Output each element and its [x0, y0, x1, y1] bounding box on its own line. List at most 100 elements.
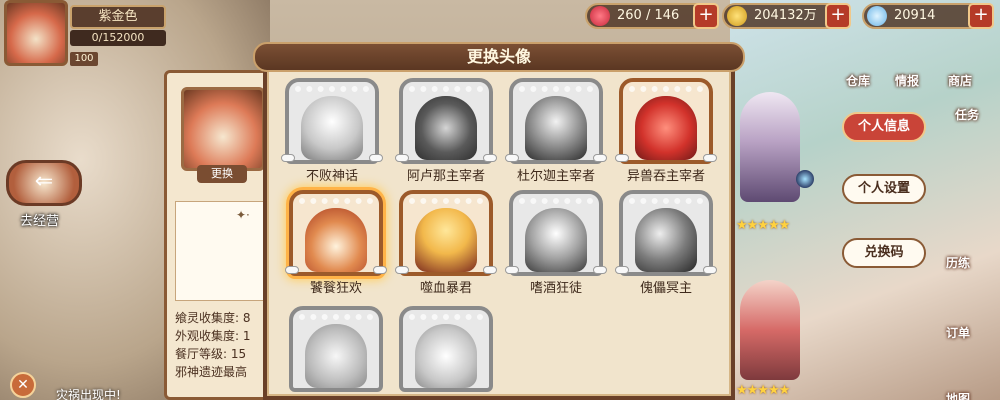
- nav-map[interactable]: 地图: [946, 390, 970, 400]
- back-label: 去经营: [20, 214, 60, 229]
- heart-icon: [590, 6, 610, 26]
- avatar-frame: [399, 306, 493, 392]
- resource-crystal: 20914 +: [862, 3, 994, 29]
- close-icon[interactable]: ✕: [10, 372, 36, 398]
- avatar-portrait: [635, 96, 697, 160]
- avatar-option[interactable]: 傀儡冥主: [615, 190, 717, 300]
- avatar-portrait: [415, 96, 477, 160]
- bone-icon: [395, 154, 409, 162]
- orb-icon: [796, 170, 814, 188]
- back-arrow-button[interactable]: ⇐: [6, 160, 82, 206]
- avatar-option[interactable]: 异兽吞主宰者: [615, 78, 717, 188]
- avatar-portrait: [635, 208, 697, 272]
- avatar-option[interactable]: [289, 306, 383, 400]
- nav-task[interactable]: 任务: [955, 106, 979, 123]
- player-title: 紫金色: [70, 5, 166, 29]
- profile-stats: 飨灵收集度: 8 外观收集度: 1 餐厅等级: 15 邪神遗迹最高: [175, 309, 251, 381]
- bone-icon: [505, 154, 519, 162]
- tab-redeem-code[interactable]: 兑换码: [842, 238, 926, 268]
- player-avatar[interactable]: [4, 0, 68, 66]
- avatar-portrait: [415, 208, 477, 272]
- bone-icon: [281, 154, 295, 162]
- tab-personal-info[interactable]: 个人信息: [842, 112, 926, 142]
- bone-icon: [593, 266, 607, 274]
- avatar-option[interactable]: [399, 306, 493, 400]
- avatar-label: 傀儡冥主: [639, 281, 692, 296]
- signature-box[interactable]: ✦⋅: [175, 201, 265, 301]
- bone-icon: [395, 266, 409, 274]
- resource-value: 20914: [894, 8, 936, 23]
- add-stamina-button[interactable]: +: [693, 3, 719, 29]
- bone-icon: [483, 154, 497, 162]
- stat-line: 飨灵收集度: 8: [175, 311, 251, 325]
- avatar-label: 不败神话: [305, 169, 358, 184]
- avatar-frame: [399, 78, 493, 164]
- bone-icon: [369, 154, 383, 162]
- bone-icon: [505, 266, 519, 274]
- avatar-portrait: [301, 96, 363, 160]
- nav-shop[interactable]: 商店: [948, 72, 972, 89]
- bone-icon: [593, 154, 607, 162]
- nav-warehouse[interactable]: 仓库: [846, 72, 870, 89]
- avatar-label: 异兽吞主宰者: [626, 169, 705, 184]
- avatar-frame: [289, 306, 383, 392]
- change-avatar-button[interactable]: 更换: [197, 165, 247, 183]
- event-notice[interactable]: 灾祸出现中!: [56, 386, 121, 400]
- dialog-title: 更换头像: [253, 42, 745, 72]
- avatar-label: 杜尔迦主宰者: [516, 169, 595, 184]
- stat-line: 外观收集度: 1: [175, 329, 251, 343]
- avatar-frame: [509, 78, 603, 164]
- avatar-option[interactable]: 杜尔迦主宰者: [505, 78, 607, 188]
- avatar-option[interactable]: 阿卢那主宰者: [395, 78, 497, 188]
- resource-value: 260 / 146: [617, 8, 680, 23]
- add-crystal-button[interactable]: +: [968, 3, 994, 29]
- avatar-frame: [619, 78, 713, 164]
- avatar-option[interactable]: 噬血暴君: [395, 190, 497, 300]
- avatar-frame: [619, 190, 713, 276]
- resource-value: 204132万: [754, 8, 817, 23]
- resource-stamina: 260 / 146 +: [585, 3, 719, 29]
- avatar-label: 嗜酒狂徒: [529, 281, 582, 296]
- bone-icon: [285, 266, 299, 274]
- character-sprite: [740, 92, 800, 202]
- player-level: 100: [70, 52, 98, 66]
- sparkle-icon: ✦⋅: [236, 208, 250, 222]
- avatar-option[interactable]: 嗜酒狂徒: [505, 190, 607, 300]
- stat-line: 邪神遗迹最高: [175, 365, 248, 379]
- tab-personal-settings[interactable]: 个人设置: [842, 174, 926, 204]
- avatar-portrait: [525, 208, 587, 272]
- avatar-frame: [285, 78, 379, 164]
- player-exp: 0/152000: [70, 30, 166, 46]
- bone-icon: [373, 266, 387, 274]
- nav-orders[interactable]: 订单: [946, 324, 970, 341]
- avatar-frame: [509, 190, 603, 276]
- bone-icon: [703, 266, 717, 274]
- rating-stars: ★★★★★: [736, 218, 790, 233]
- bone-icon: [615, 266, 629, 274]
- avatar-portrait: [525, 96, 587, 160]
- avatar-label: 阿卢那主宰者: [406, 169, 485, 184]
- avatar-label: 噬血暴君: [419, 281, 472, 296]
- profile-avatar[interactable]: [181, 87, 265, 171]
- avatar-label: 饕餮狂欢: [309, 281, 362, 296]
- avatar-portrait: [305, 208, 367, 272]
- resource-gold: 204132万 +: [722, 3, 851, 29]
- avatar-frame: [289, 190, 383, 276]
- add-gold-button[interactable]: +: [825, 3, 851, 29]
- crystal-icon: [867, 6, 887, 26]
- avatar-frame: [399, 190, 493, 276]
- profile-panel: 更换 ✦⋅ 飨灵收集度: 8 外观收集度: 1 餐厅等级: 15 邪神遗迹最高: [164, 70, 274, 400]
- star-fish-icon: [415, 324, 477, 388]
- avatar-grid: 不败神话 阿卢那主宰者 杜尔迦主宰者 异兽吞主宰者 饕餮狂欢 噬血暴君 嗜酒狂徒…: [281, 78, 725, 400]
- coin-icon: [727, 6, 747, 26]
- stat-line: 餐厅等级: 15: [175, 347, 247, 361]
- avatar-option-selected[interactable]: 饕餮狂欢: [285, 190, 387, 300]
- bone-icon: [483, 266, 497, 274]
- character-sprite: [740, 280, 800, 380]
- nav-training[interactable]: 历练: [946, 254, 970, 271]
- nav-intel[interactable]: 情报: [895, 72, 919, 89]
- rating-stars: ★★★★★: [736, 383, 790, 398]
- bone-icon: [703, 154, 717, 162]
- bone-icon: [615, 154, 629, 162]
- avatar-option[interactable]: 不败神话: [281, 78, 383, 188]
